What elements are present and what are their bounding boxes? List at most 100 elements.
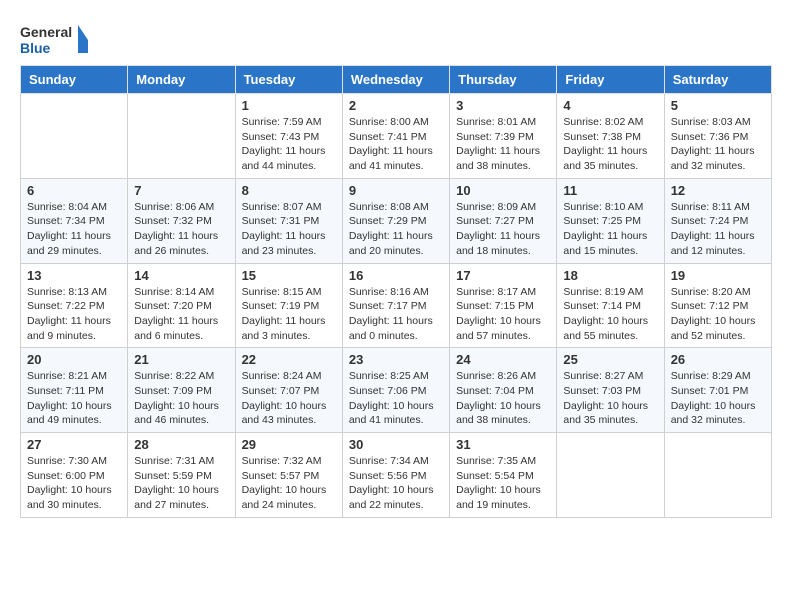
col-header-wednesday: Wednesday xyxy=(342,66,449,94)
day-number: 24 xyxy=(456,352,550,367)
cell-5-2: 28 Sunrise: 7:31 AM Sunset: 5:59 PM Dayli… xyxy=(128,433,235,518)
cell-4-4: 23 Sunrise: 8:25 AM Sunset: 7:06 PM Dayli… xyxy=(342,348,449,433)
cell-content: Sunrise: 8:08 AM Sunset: 7:29 PM Dayligh… xyxy=(349,200,443,259)
cell-5-7 xyxy=(664,433,771,518)
cell-content: Sunrise: 8:26 AM Sunset: 7:04 PM Dayligh… xyxy=(456,369,550,428)
cell-content: Sunrise: 7:34 AM Sunset: 5:56 PM Dayligh… xyxy=(349,454,443,513)
cell-content: Sunrise: 8:27 AM Sunset: 7:03 PM Dayligh… xyxy=(563,369,657,428)
cell-content: Sunrise: 8:20 AM Sunset: 7:12 PM Dayligh… xyxy=(671,285,765,344)
cell-3-3: 15 Sunrise: 8:15 AM Sunset: 7:19 PM Dayli… xyxy=(235,263,342,348)
logo: GeneralBlue xyxy=(20,20,90,60)
day-number: 18 xyxy=(563,268,657,283)
day-number: 13 xyxy=(27,268,121,283)
week-row-1: 1Sunrise: 7:59 AM Sunset: 7:43 PM Daylig… xyxy=(21,94,772,179)
day-number: 26 xyxy=(671,352,765,367)
cell-5-5: 31 Sunrise: 7:35 AM Sunset: 5:54 PM Dayli… xyxy=(450,433,557,518)
day-number: 20 xyxy=(27,352,121,367)
cell-1-5: 3 Sunrise: 8:01 AM Sunset: 7:39 PM Daylig… xyxy=(450,94,557,179)
cell-3-1: 13 Sunrise: 8:13 AM Sunset: 7:22 PM Dayli… xyxy=(21,263,128,348)
day-number: 9 xyxy=(349,183,443,198)
day-number: 10 xyxy=(456,183,550,198)
cell-2-4: 9 Sunrise: 8:08 AM Sunset: 7:29 PM Daylig… xyxy=(342,178,449,263)
week-row-5: 27 Sunrise: 7:30 AM Sunset: 6:00 PM Dayli… xyxy=(21,433,772,518)
cell-3-7: 19Sunrise: 8:20 AM Sunset: 7:12 PM Dayli… xyxy=(664,263,771,348)
cell-2-3: 8 Sunrise: 8:07 AM Sunset: 7:31 PM Daylig… xyxy=(235,178,342,263)
col-header-saturday: Saturday xyxy=(664,66,771,94)
day-number: 8 xyxy=(242,183,336,198)
day-number: 27 xyxy=(27,437,121,452)
cell-2-2: 7Sunrise: 8:06 AM Sunset: 7:32 PM Daylig… xyxy=(128,178,235,263)
col-header-monday: Monday xyxy=(128,66,235,94)
cell-content: Sunrise: 8:25 AM Sunset: 7:06 PM Dayligh… xyxy=(349,369,443,428)
cell-4-2: 21 Sunrise: 8:22 AM Sunset: 7:09 PM Dayli… xyxy=(128,348,235,433)
day-number: 6 xyxy=(27,183,121,198)
day-number: 17 xyxy=(456,268,550,283)
cell-content: Sunrise: 7:31 AM Sunset: 5:59 PM Dayligh… xyxy=(134,454,228,513)
cell-2-5: 10Sunrise: 8:09 AM Sunset: 7:27 PM Dayli… xyxy=(450,178,557,263)
day-number: 4 xyxy=(563,98,657,113)
cell-3-6: 18 Sunrise: 8:19 AM Sunset: 7:14 PM Dayli… xyxy=(557,263,664,348)
header-row: SundayMondayTuesdayWednesdayThursdayFrid… xyxy=(21,66,772,94)
cell-content: Sunrise: 8:17 AM Sunset: 7:15 PM Dayligh… xyxy=(456,285,550,344)
day-number: 16 xyxy=(349,268,443,283)
cell-2-6: 11Sunrise: 8:10 AM Sunset: 7:25 PM Dayli… xyxy=(557,178,664,263)
day-number: 23 xyxy=(349,352,443,367)
cell-content: Sunrise: 7:30 AM Sunset: 6:00 PM Dayligh… xyxy=(27,454,121,513)
cell-content: Sunrise: 8:21 AM Sunset: 7:11 PM Dayligh… xyxy=(27,369,121,428)
cell-3-2: 14Sunrise: 8:14 AM Sunset: 7:20 PM Dayli… xyxy=(128,263,235,348)
cell-1-1 xyxy=(21,94,128,179)
svg-text:General: General xyxy=(20,24,72,40)
cell-4-1: 20 Sunrise: 8:21 AM Sunset: 7:11 PM Dayli… xyxy=(21,348,128,433)
cell-content: Sunrise: 7:59 AM Sunset: 7:43 PM Dayligh… xyxy=(242,115,336,174)
week-row-3: 13 Sunrise: 8:13 AM Sunset: 7:22 PM Dayli… xyxy=(21,263,772,348)
cell-content: Sunrise: 8:19 AM Sunset: 7:14 PM Dayligh… xyxy=(563,285,657,344)
day-number: 15 xyxy=(242,268,336,283)
logo-svg: GeneralBlue xyxy=(20,20,90,60)
cell-content: Sunrise: 8:22 AM Sunset: 7:09 PM Dayligh… xyxy=(134,369,228,428)
cell-content: Sunrise: 8:29 AM Sunset: 7:01 PM Dayligh… xyxy=(671,369,765,428)
cell-content: Sunrise: 7:32 AM Sunset: 5:57 PM Dayligh… xyxy=(242,454,336,513)
day-number: 3 xyxy=(456,98,550,113)
day-number: 31 xyxy=(456,437,550,452)
cell-1-4: 2 Sunrise: 8:00 AM Sunset: 7:41 PM Daylig… xyxy=(342,94,449,179)
cell-content: Sunrise: 8:02 AM Sunset: 7:38 PM Dayligh… xyxy=(563,115,657,174)
week-row-4: 20 Sunrise: 8:21 AM Sunset: 7:11 PM Dayli… xyxy=(21,348,772,433)
day-number: 30 xyxy=(349,437,443,452)
cell-4-5: 24 Sunrise: 8:26 AM Sunset: 7:04 PM Dayli… xyxy=(450,348,557,433)
cell-4-3: 22 Sunrise: 8:24 AM Sunset: 7:07 PM Dayli… xyxy=(235,348,342,433)
cell-1-6: 4 Sunrise: 8:02 AM Sunset: 7:38 PM Daylig… xyxy=(557,94,664,179)
day-number: 21 xyxy=(134,352,228,367)
day-number: 25 xyxy=(563,352,657,367)
day-number: 11 xyxy=(563,183,657,198)
cell-5-1: 27 Sunrise: 7:30 AM Sunset: 6:00 PM Dayli… xyxy=(21,433,128,518)
cell-content: Sunrise: 8:03 AM Sunset: 7:36 PM Dayligh… xyxy=(671,115,765,174)
cell-1-2 xyxy=(128,94,235,179)
cell-5-3: 29 Sunrise: 7:32 AM Sunset: 5:57 PM Dayli… xyxy=(235,433,342,518)
cell-content: Sunrise: 8:13 AM Sunset: 7:22 PM Dayligh… xyxy=(27,285,121,344)
cell-content: Sunrise: 8:01 AM Sunset: 7:39 PM Dayligh… xyxy=(456,115,550,174)
cell-1-3: 1Sunrise: 7:59 AM Sunset: 7:43 PM Daylig… xyxy=(235,94,342,179)
day-number: 22 xyxy=(242,352,336,367)
cell-content: Sunrise: 8:00 AM Sunset: 7:41 PM Dayligh… xyxy=(349,115,443,174)
col-header-sunday: Sunday xyxy=(21,66,128,94)
cell-3-5: 17 Sunrise: 8:17 AM Sunset: 7:15 PM Dayli… xyxy=(450,263,557,348)
cell-content: Sunrise: 8:15 AM Sunset: 7:19 PM Dayligh… xyxy=(242,285,336,344)
cell-content: Sunrise: 7:35 AM Sunset: 5:54 PM Dayligh… xyxy=(456,454,550,513)
cell-content: Sunrise: 8:04 AM Sunset: 7:34 PM Dayligh… xyxy=(27,200,121,259)
day-number: 5 xyxy=(671,98,765,113)
col-header-friday: Friday xyxy=(557,66,664,94)
cell-1-7: 5 Sunrise: 8:03 AM Sunset: 7:36 PM Daylig… xyxy=(664,94,771,179)
header: GeneralBlue xyxy=(10,10,782,65)
col-header-tuesday: Tuesday xyxy=(235,66,342,94)
cell-5-4: 30 Sunrise: 7:34 AM Sunset: 5:56 PM Dayli… xyxy=(342,433,449,518)
cell-content: Sunrise: 8:16 AM Sunset: 7:17 PM Dayligh… xyxy=(349,285,443,344)
day-number: 29 xyxy=(242,437,336,452)
day-number: 14 xyxy=(134,268,228,283)
cell-content: Sunrise: 8:24 AM Sunset: 7:07 PM Dayligh… xyxy=(242,369,336,428)
cell-content: Sunrise: 8:07 AM Sunset: 7:31 PM Dayligh… xyxy=(242,200,336,259)
day-number: 2 xyxy=(349,98,443,113)
calendar-table: SundayMondayTuesdayWednesdayThursdayFrid… xyxy=(20,65,772,518)
cell-4-6: 25 Sunrise: 8:27 AM Sunset: 7:03 PM Dayli… xyxy=(557,348,664,433)
week-row-2: 6 Sunrise: 8:04 AM Sunset: 7:34 PM Daylig… xyxy=(21,178,772,263)
day-number: 28 xyxy=(134,437,228,452)
